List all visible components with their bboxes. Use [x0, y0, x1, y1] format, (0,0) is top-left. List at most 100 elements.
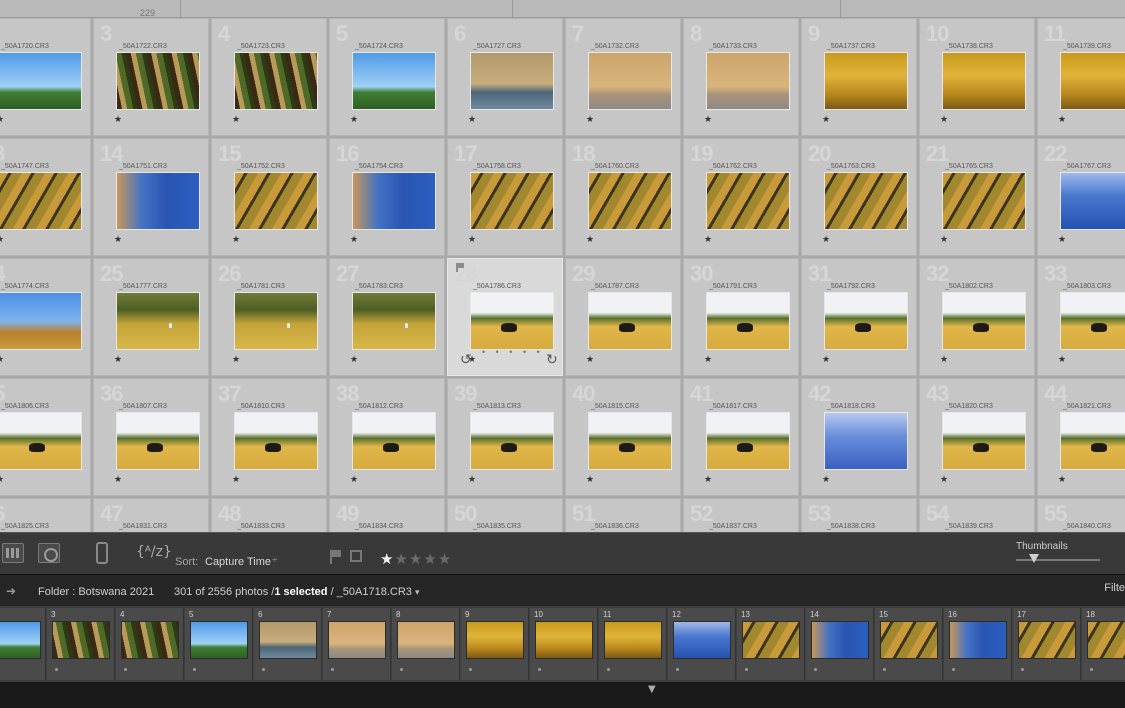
star-icon[interactable]: ★ [822, 354, 830, 365]
filmstrip-cell[interactable]: 6 [254, 608, 322, 680]
filmstrip-cell[interactable]: 8 [392, 608, 460, 680]
star-icon[interactable]: ★ [468, 234, 476, 245]
grid-cell[interactable]: 2_50A1720.CR3★ [0, 18, 91, 136]
filmstrip-cell[interactable]: 5 [185, 608, 253, 680]
grid-cell[interactable]: 49 _50A1834.CR3 [329, 498, 445, 532]
grid-cell[interactable]: 25 _50A1777.CR3 ★ [93, 258, 209, 376]
photo-thumbnail[interactable] [470, 172, 554, 230]
photo-thumbnail[interactable] [706, 172, 790, 230]
grid-cell[interactable]: 35_50A1806.CR3★ [0, 378, 91, 496]
photo-thumbnail[interactable] [1060, 172, 1125, 230]
star-icon[interactable]: ★ [586, 354, 594, 365]
filmstrip-thumbnail[interactable] [52, 621, 110, 659]
filmstrip-cell[interactable]: 15 [875, 608, 943, 680]
photo-thumbnail[interactable] [706, 52, 790, 110]
filmstrip-thumbnail[interactable] [949, 621, 1007, 659]
grid-cell[interactable]: 27 _50A1783.CR3 ★ [329, 258, 445, 376]
grid-cell[interactable]: 31 _50A1792.CR3 ★ [801, 258, 917, 376]
photo-thumbnail[interactable] [824, 172, 908, 230]
arrow-right-icon[interactable]: ➜ [6, 584, 16, 598]
grid-cell[interactable]: 55 _50A1840.CR3 [1037, 498, 1125, 532]
photo-thumbnail[interactable] [470, 412, 554, 470]
star-icon[interactable]: ★ [586, 474, 594, 485]
filmstrip-thumbnail[interactable] [880, 621, 938, 659]
photo-thumbnail[interactable] [588, 172, 672, 230]
photo-thumbnail[interactable] [588, 412, 672, 470]
filmstrip-thumbnail[interactable] [811, 621, 869, 659]
grid-cell[interactable]: 21 _50A1765.CR3 ★ [919, 138, 1035, 256]
grid-cell[interactable]: 4 _50A1723.CR3 ★ [211, 18, 327, 136]
photo-thumbnail[interactable] [824, 52, 908, 110]
grid-cell[interactable]: 10 _50A1738.CR3 ★ [919, 18, 1035, 136]
grid-cell[interactable]: 40 _50A1815.CR3 ★ [565, 378, 681, 496]
photo-thumbnail[interactable] [0, 52, 82, 110]
photo-thumbnail[interactable] [470, 52, 554, 110]
grid-cell[interactable]: 20 _50A1763.CR3 ★ [801, 138, 917, 256]
star-icon[interactable]: ★ [822, 474, 830, 485]
star-icon[interactable]: ★ [409, 550, 423, 568]
grid-cell[interactable]: 36 _50A1807.CR3 ★ [93, 378, 209, 496]
grid-cell[interactable]: 47 _50A1831.CR3 [93, 498, 209, 532]
grid-cell[interactable]: 52 _50A1837.CR3 [683, 498, 799, 532]
filmstrip-thumbnail[interactable] [742, 621, 800, 659]
grid-cell[interactable]: 7 _50A1732.CR3 ★ [565, 18, 681, 136]
grid-cell[interactable]: 44 _50A1821.CR3 ★ [1037, 378, 1125, 496]
photo-thumbnail[interactable] [942, 172, 1026, 230]
photo-thumbnail[interactable] [234, 52, 318, 110]
filmstrip-thumbnail[interactable] [121, 621, 179, 659]
filmstrip-cell[interactable]: 13 [737, 608, 805, 680]
filmstrip-thumbnail[interactable] [259, 621, 317, 659]
filmstrip-cell[interactable]: 3 [47, 608, 115, 680]
photo-thumbnail[interactable] [116, 172, 200, 230]
grid-cell[interactable]: 39 _50A1813.CR3 ★ [447, 378, 563, 496]
filmstrip-cell[interactable]: 12 [668, 608, 736, 680]
grid-cell[interactable]: 22 _50A1767.CR3 ★ [1037, 138, 1125, 256]
star-icon[interactable]: ★ [0, 114, 4, 125]
filmstrip-cell[interactable]: 16 [944, 608, 1012, 680]
star-icon[interactable]: ★ [1058, 234, 1066, 245]
sort-dropdown[interactable]: Capture Time [205, 556, 271, 568]
grid-cell[interactable]: 51 _50A1836.CR3 [565, 498, 681, 532]
painter-icon[interactable] [96, 542, 108, 564]
filmstrip-cell[interactable]: 17 [1013, 608, 1081, 680]
star-icon[interactable]: ★ [940, 234, 948, 245]
flag-icon[interactable] [456, 263, 464, 272]
star-icon[interactable]: ★ [586, 114, 594, 125]
filmstrip-thumbnail[interactable] [0, 621, 41, 659]
star-icon[interactable]: ★ [704, 354, 712, 365]
filmstrip-cell[interactable]: 14 [806, 608, 874, 680]
filmstrip-thumbnail[interactable] [1018, 621, 1076, 659]
star-icon[interactable]: ★ [380, 550, 394, 568]
grid-cell[interactable]: 33 _50A1803.CR3 ★ [1037, 258, 1125, 376]
filmstrip-cell[interactable]: 4 [116, 608, 184, 680]
star-icon[interactable]: ★ [704, 234, 712, 245]
grid-cell[interactable]: 53 _50A1838.CR3 [801, 498, 917, 532]
star-icon[interactable]: ★ [1058, 114, 1066, 125]
flag-pick-icon[interactable] [330, 550, 342, 564]
star-icon[interactable]: ★ [822, 114, 830, 125]
star-icon[interactable]: ★ [232, 114, 240, 125]
grid-cell[interactable]: 9 _50A1737.CR3 ★ [801, 18, 917, 136]
star-icon[interactable]: ★ [1058, 354, 1066, 365]
grid-cell[interactable]: 6 _50A1727.CR3 ★ [447, 18, 563, 136]
grid-cell[interactable]: 14 _50A1751.CR3 ★ [93, 138, 209, 256]
rating-dots[interactable]: • • • • • [482, 347, 544, 357]
star-icon[interactable]: ★ [468, 474, 476, 485]
photo-thumbnail[interactable] [706, 292, 790, 350]
grid-cell[interactable]: 38 _50A1812.CR3 ★ [329, 378, 445, 496]
star-icon[interactable]: ★ [114, 474, 122, 485]
star-icon[interactable]: ★ [0, 234, 4, 245]
filmstrip[interactable]: 3 4 5 6 7 8 9 10 11 12 13 14 15 16 17 18 [0, 606, 1125, 682]
library-grid[interactable]: 2_50A1720.CR3★3_50A1722.CR3★4_50A1723.CR… [0, 18, 1125, 532]
photo-thumbnail[interactable] [234, 172, 318, 230]
grid-cell[interactable]: 50 _50A1835.CR3 [447, 498, 563, 532]
grid-cell[interactable]: 46_50A1825.CR3 [0, 498, 91, 532]
thumbnail-size-slider[interactable] [1016, 554, 1100, 563]
photo-thumbnail[interactable] [588, 292, 672, 350]
filmstrip-cell[interactable] [0, 608, 46, 680]
photo-thumbnail[interactable] [942, 52, 1026, 110]
grid-cell[interactable]: 11 _50A1739.CR3 ★ [1037, 18, 1125, 136]
star-icon[interactable]: ★ [940, 354, 948, 365]
filmstrip-thumbnail[interactable] [673, 621, 731, 659]
star-icon[interactable]: ★ [350, 354, 358, 365]
